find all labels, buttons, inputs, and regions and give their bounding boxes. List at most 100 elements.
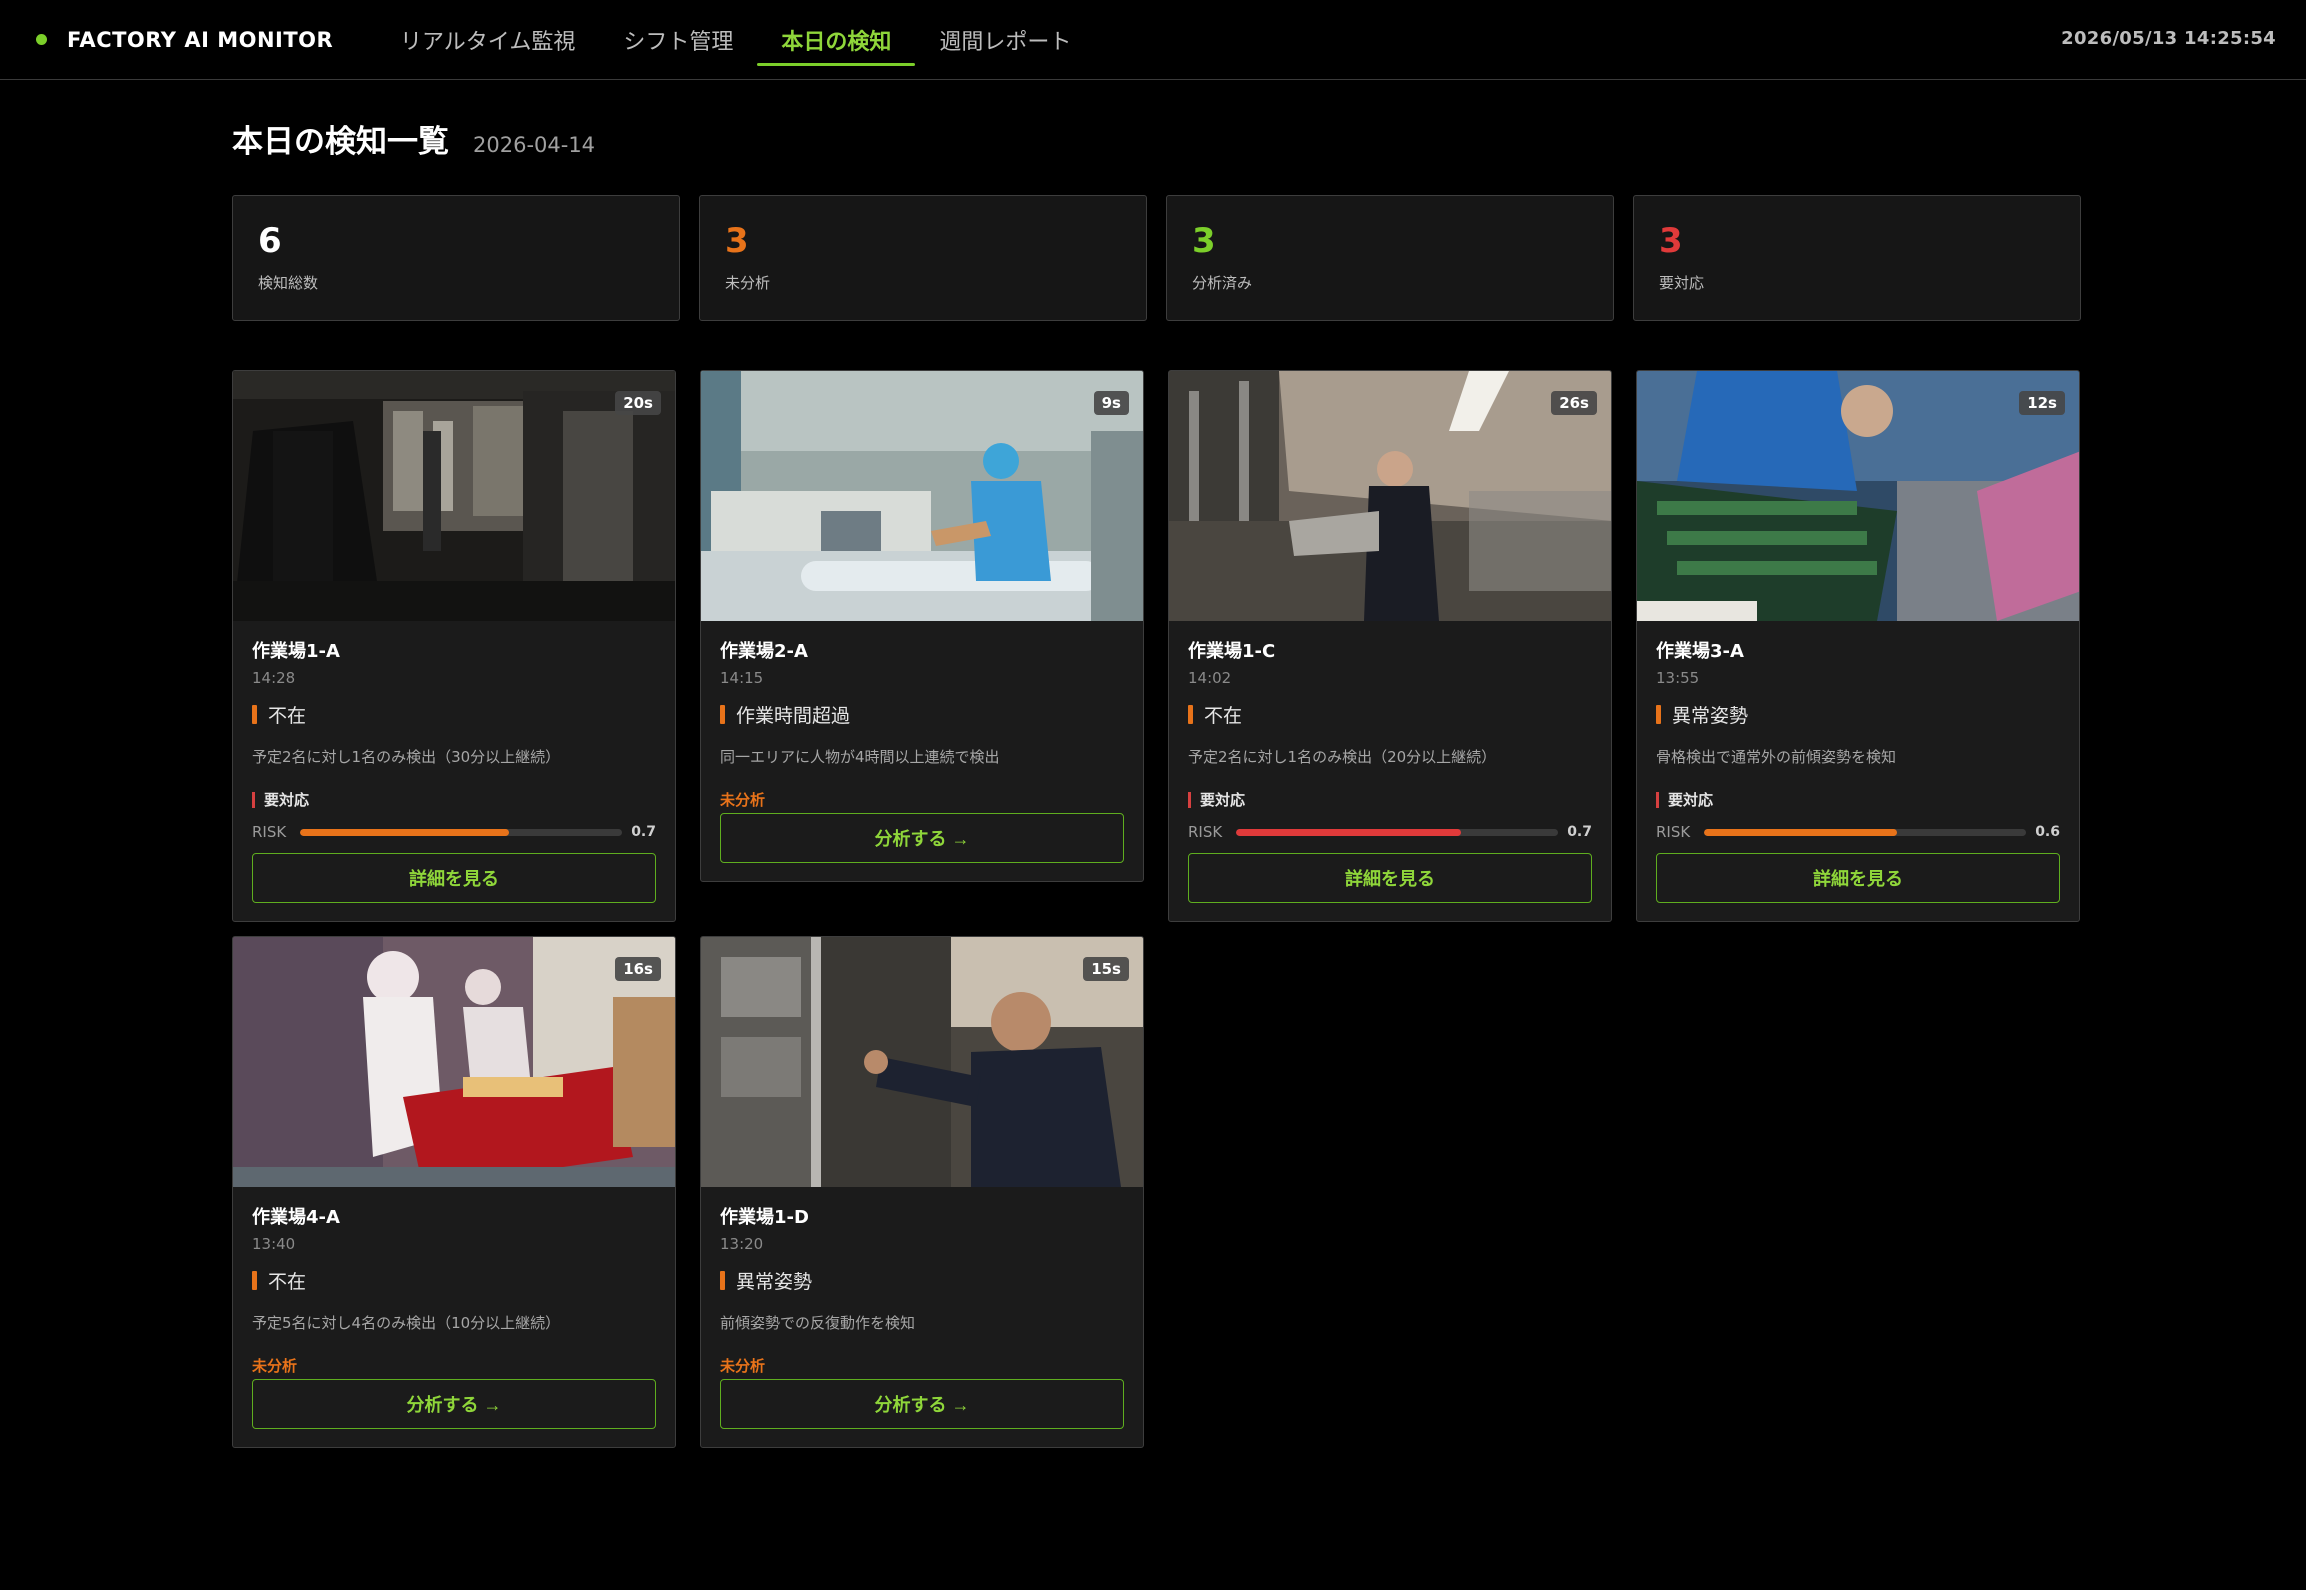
main-nav: リアルタイム監視 シフト管理 本日の検知 週間レポート <box>376 0 1095 80</box>
top-nav-bar: FACTORY AI MONITOR リアルタイム監視 シフト管理 本日の検知 … <box>0 0 2306 80</box>
status-badge: 未分析 <box>720 789 1124 810</box>
detection-type-label: 異常姿勢 <box>736 1271 813 1293</box>
brand: FACTORY AI MONITOR <box>36 28 366 52</box>
duration-badge: 16s <box>615 957 661 981</box>
card-description: 骨格検出で通常外の前傾姿勢を検知 <box>1656 748 1897 766</box>
analyze-button[interactable]: 分析する → <box>252 1379 656 1429</box>
detection-type: 作業時間超過 <box>720 701 1124 728</box>
detection-card: 9s 作業場2-A 14:15 作業時間超過 同一エリアに人物が4時間以上連続で… <box>700 370 1144 882</box>
status-badge: 要対応 <box>1188 789 1592 810</box>
risk-fill <box>1704 828 1898 836</box>
card-location: 作業場1-D <box>720 1207 809 1228</box>
stat-action-required: 3 要対応 <box>1633 195 2081 321</box>
risk-label: RISK <box>252 823 287 841</box>
thumbnail-textile-machine <box>701 371 1143 621</box>
detection-type-label: 不在 <box>1204 705 1243 727</box>
risk-meter: RISK 0.7 <box>252 823 656 841</box>
risk-fill <box>300 828 510 836</box>
status-label: 要対応 <box>264 791 310 809</box>
status-label: 未分析 <box>720 1357 766 1375</box>
risk-track <box>1236 828 1558 836</box>
tab-realtime-monitoring[interactable]: リアルタイム監視 <box>376 0 599 80</box>
detection-type: 異常姿勢 <box>720 1267 1124 1294</box>
detection-type-label: 不在 <box>268 705 307 727</box>
summary-stats: 6 検知総数 3 未分析 3 分析済み 3 要対応 <box>232 195 2081 321</box>
detection-card: 26s 作業場1-C 14:02 不在 予定2名に対し1名のみ検出（20分以上継… <box>1168 370 1612 922</box>
risk-label: RISK <box>1656 823 1691 841</box>
detection-card: 16s 作業場4-A 13:40 不在 予定5名に対し4名のみ検出（10分以上継… <box>232 936 676 1448</box>
video-thumbnail[interactable]: 12s <box>1637 371 2079 621</box>
thumbnail-clothes-warehouse <box>233 371 675 621</box>
card-time: 14:28 <box>252 669 296 687</box>
risk-meter: RISK 0.7 <box>1188 823 1592 841</box>
card-time: 13:20 <box>720 1235 764 1253</box>
risk-label: RISK <box>1188 823 1223 841</box>
risk-meter: RISK 0.6 <box>1656 823 2060 841</box>
status-marker <box>1188 791 1191 808</box>
card-location: 作業場1-C <box>1188 641 1276 662</box>
analyze-button[interactable]: 分析する → <box>720 813 1124 863</box>
type-marker <box>720 705 725 724</box>
type-marker <box>720 1271 725 1290</box>
status-label: 未分析 <box>252 1357 298 1375</box>
risk-track <box>1704 828 2026 836</box>
stat-label: 要対応 <box>1659 274 1705 292</box>
detection-type: 不在 <box>252 1267 656 1294</box>
detection-type-label: 不在 <box>268 1271 307 1293</box>
video-thumbnail[interactable]: 16s <box>233 937 675 1187</box>
card-description: 前傾姿勢での反復動作を検知 <box>720 1314 916 1332</box>
status-badge: 未分析 <box>252 1355 656 1376</box>
page-header: 本日の検知一覧 2026-04-14 <box>232 116 595 161</box>
duration-badge: 20s <box>615 391 661 415</box>
status-dot-icon <box>36 34 47 45</box>
card-description: 予定2名に対し1名のみ検出（30分以上継続） <box>252 748 561 766</box>
thumbnail-warehouse-shelves <box>1169 371 1611 621</box>
stat-label: 分析済み <box>1192 274 1253 292</box>
thumbnail-circuit-board <box>1637 371 2079 621</box>
view-details-button[interactable]: 詳細を見る <box>1656 853 2060 903</box>
risk-value: 0.7 <box>631 824 656 840</box>
card-time: 13:55 <box>1656 669 1700 687</box>
card-description: 予定5名に対し4名のみ検出（10分以上継続） <box>252 1314 561 1332</box>
stat-value: 3 <box>1659 221 1683 261</box>
detection-type: 不在 <box>1188 701 1592 728</box>
stat-value: 3 <box>725 221 749 261</box>
risk-fill <box>1236 828 1462 836</box>
card-location: 作業場4-A <box>252 1207 340 1228</box>
stat-unanalyzed: 3 未分析 <box>699 195 1147 321</box>
status-badge: 要対応 <box>252 789 656 810</box>
tab-today-detections[interactable]: 本日の検知 <box>757 0 916 80</box>
duration-badge: 9s <box>1093 391 1129 415</box>
video-thumbnail[interactable]: 26s <box>1169 371 1611 621</box>
tab-weekly-report[interactable]: 週間レポート <box>915 0 1095 80</box>
risk-track <box>300 828 622 836</box>
current-datetime: 2026/05/13 14:25:54 <box>2061 28 2276 49</box>
view-details-button[interactable]: 詳細を見る <box>1188 853 1592 903</box>
analyze-button[interactable]: 分析する → <box>720 1379 1124 1429</box>
duration-badge: 12s <box>2019 391 2065 415</box>
card-description: 同一エリアに人物が4時間以上連続で検出 <box>720 748 1000 766</box>
type-marker <box>1188 705 1193 724</box>
page-title: 本日の検知一覧 <box>232 124 449 160</box>
tab-shift-management[interactable]: シフト管理 <box>599 0 757 80</box>
card-description: 予定2名に対し1名のみ検出（20分以上継続） <box>1188 748 1497 766</box>
stat-total-detections: 6 検知総数 <box>232 195 680 321</box>
stat-label: 検知総数 <box>258 274 319 292</box>
video-thumbnail[interactable]: 9s <box>701 371 1143 621</box>
detection-card: 15s 作業場1-D 13:20 異常姿勢 前傾姿勢での反復動作を検知 未分析 … <box>700 936 1144 1448</box>
stat-value: 3 <box>1192 221 1216 261</box>
detection-type-label: 作業時間超過 <box>736 705 851 727</box>
stat-analyzed: 3 分析済み <box>1166 195 1614 321</box>
video-thumbnail[interactable]: 20s <box>233 371 675 621</box>
stat-label: 未分析 <box>725 274 771 292</box>
detection-card: 12s 作業場3-A 13:55 異常姿勢 骨格検出で通常外の前傾姿勢を検知 要… <box>1636 370 2080 922</box>
status-label: 要対応 <box>1668 791 1714 809</box>
risk-value: 0.7 <box>1567 824 1592 840</box>
view-details-button[interactable]: 詳細を見る <box>252 853 656 903</box>
status-label: 要対応 <box>1200 791 1246 809</box>
card-time: 14:15 <box>720 669 764 687</box>
video-thumbnail[interactable]: 15s <box>701 937 1143 1187</box>
detection-card: 20s 作業場1-A 14:28 不在 予定2名に対し1名のみ検出（30分以上継… <box>232 370 676 922</box>
duration-badge: 26s <box>1551 391 1597 415</box>
status-marker <box>1656 791 1659 808</box>
